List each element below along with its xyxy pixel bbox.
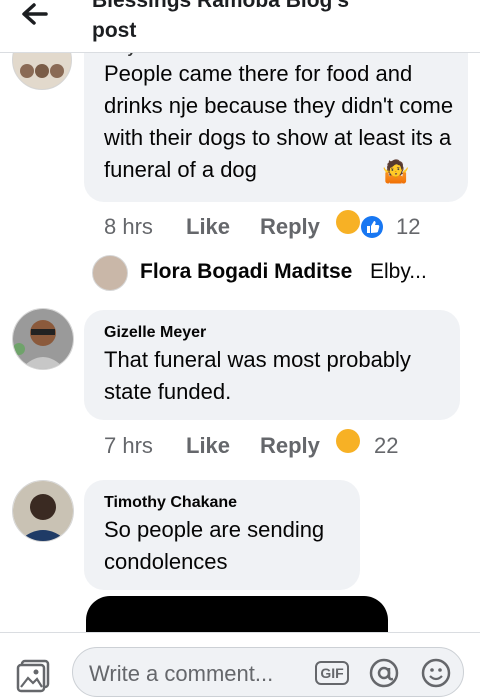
comment-actions: 7 hrs Like Reply 22	[104, 429, 444, 463]
reply-author[interactable]: Flora Bogadi Maditse	[140, 260, 352, 284]
haha-reaction-icon	[336, 210, 360, 234]
comment-text: So people are sending condolences	[104, 517, 325, 574]
avatar	[92, 255, 128, 291]
mention-icon[interactable]	[369, 658, 399, 688]
reply-button[interactable]: Reply	[260, 429, 320, 463]
comment-composer: Write a comment... GIF	[0, 632, 480, 700]
comment-time: 7 hrs	[104, 433, 153, 458]
like-button[interactable]: Like	[186, 210, 230, 244]
emoji-icon[interactable]	[421, 658, 451, 688]
like-reaction-icon	[361, 216, 383, 238]
comment-placeholder: Write a comment...	[89, 661, 274, 686]
woman-emoji-icon: 🤷	[382, 159, 410, 184]
comment-bubble[interactable]: Gizelle Meyer That funeral was most prob…	[84, 310, 460, 420]
photo-icon[interactable]	[16, 659, 54, 693]
gif-button[interactable]: GIF	[315, 661, 349, 685]
reaction-count[interactable]: 12	[396, 210, 420, 244]
avatar[interactable]	[12, 308, 74, 370]
page-title: Blessings Ramoba Blog's post	[92, 0, 350, 42]
back-arrow-icon[interactable]	[18, 0, 52, 28]
comment-time: 8 hrs	[104, 214, 153, 239]
comment-bubble[interactable]: Elby Bella Sithandwa Mekhtha People came…	[84, 28, 468, 202]
like-button[interactable]: Like	[186, 429, 230, 463]
comment-bubble[interactable]: Timothy Chakane So people are sending co…	[84, 480, 360, 590]
haha-reaction-icon	[336, 429, 360, 453]
comment-input[interactable]: Write a comment... GIF	[72, 647, 464, 697]
reply-button[interactable]: Reply	[260, 210, 320, 244]
avatar[interactable]	[12, 480, 74, 542]
comment-author[interactable]: Gizelle Meyer	[104, 324, 206, 342]
header: Blessings Ramoba Blog's post	[0, 0, 480, 53]
reaction-count[interactable]: 22	[374, 429, 398, 463]
comment-author[interactable]: Timothy Chakane	[104, 494, 237, 512]
reply-snippet: Elby...	[370, 260, 427, 283]
reply-preview[interactable]: Flora Bogadi Maditse Elby...	[92, 255, 472, 293]
comment-text: That funeral was most probably state fun…	[104, 347, 411, 404]
comment-actions: 8 hrs Like Reply 12	[104, 210, 444, 244]
